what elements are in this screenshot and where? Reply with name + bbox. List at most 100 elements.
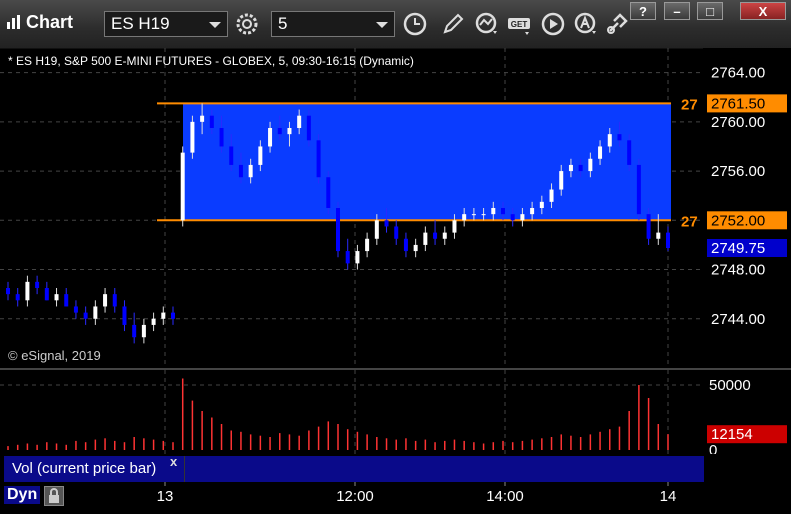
study-button[interactable]: [474, 11, 502, 37]
volume-axis[interactable]: 50000 0 12154: [703, 370, 791, 459]
candle-body: [44, 288, 49, 301]
lower-level-tag: 2752.00: [711, 212, 765, 229]
settings-button[interactable]: [234, 11, 262, 37]
draw-button[interactable]: [440, 11, 468, 37]
candle-body: [394, 226, 399, 239]
candle-body: [25, 281, 30, 301]
close-button[interactable]: X: [740, 2, 786, 20]
help-button[interactable]: ?: [630, 2, 656, 20]
volume-axis-svg: 50000 012154: [707, 377, 787, 459]
volume-chart-svg: [0, 370, 703, 454]
candle-body: [666, 232, 670, 248]
clock-icon: [403, 12, 427, 36]
candle-body: [316, 140, 321, 178]
candle-body: [423, 232, 428, 245]
candle-body: [539, 201, 544, 208]
candle-body: [132, 324, 137, 338]
price-chart-svg: 27 27: [0, 48, 703, 368]
settings-icon: [236, 13, 258, 35]
time-tick-label: 13: [157, 488, 174, 505]
price-axis[interactable]: 2764.00 2760.00 2756.00 2752.00 2748.00 2744.…: [703, 48, 791, 368]
candle-body: [491, 208, 496, 215]
candle-body: [141, 324, 146, 338]
lock-icon[interactable]: [44, 486, 64, 506]
link-button[interactable]: [604, 11, 632, 37]
candle-body: [374, 220, 379, 239]
candle-body: [365, 238, 370, 252]
candle-body: [268, 128, 273, 147]
alert-icon: [574, 12, 596, 34]
candle-body: [103, 294, 108, 307]
candle-body: [180, 152, 185, 221]
pencil-icon: [443, 13, 464, 34]
candle-body: [598, 146, 603, 159]
play-icon: [541, 12, 565, 36]
interval-select[interactable]: 5: [271, 11, 395, 37]
candle-body: [161, 312, 166, 319]
candle-body: [297, 115, 302, 128]
price-tick-label: 2748.00: [711, 262, 765, 279]
chart-toolbar: Chart ES H19 5 GET ? – □ X: [0, 0, 791, 49]
candle-body: [190, 121, 195, 153]
candle-body: [559, 171, 564, 190]
maximize-button[interactable]: □: [697, 2, 723, 20]
candle-body: [200, 115, 205, 122]
candle-body: [83, 312, 88, 319]
chevron-down-icon: [376, 22, 388, 28]
candle-body: [510, 214, 515, 221]
candle-body: [93, 306, 98, 319]
candle-body: [219, 128, 224, 147]
candle-body: [627, 140, 632, 165]
volume-tick-label: 0: [709, 442, 717, 454]
candle-body: [336, 208, 340, 252]
candle-body: [656, 232, 661, 239]
volume-tick-label: 50000: [709, 377, 751, 394]
time-axis[interactable]: 13 12:00 14:00 14: [0, 482, 791, 509]
candle-body: [15, 294, 20, 301]
candle-body: [122, 306, 127, 325]
time-tick-label: 14: [660, 488, 677, 505]
price-tick-label: 2756.00: [711, 163, 765, 180]
candle-body: [287, 128, 292, 135]
candle-body: [403, 238, 408, 252]
study-icon: [475, 12, 497, 34]
candle-body: [151, 318, 156, 325]
close-study-icon[interactable]: x: [170, 454, 177, 469]
svg-text:GET: GET: [511, 20, 528, 29]
chart-window-title: Chart: [6, 12, 73, 33]
candle-body: [520, 214, 525, 221]
range-zone: [183, 103, 671, 221]
candle-body: [549, 189, 554, 202]
symbol-select[interactable]: ES H19: [104, 11, 228, 37]
price-plot[interactable]: 27 27 * ES H19, S&P 500 E-MINI FUTURES - …: [0, 48, 703, 368]
last-price-tag: 2749.75: [711, 240, 765, 257]
replay-button[interactable]: [540, 11, 568, 37]
candle-body: [54, 294, 59, 301]
candle-body: [112, 294, 117, 307]
candle-body: [306, 115, 311, 141]
get-button[interactable]: GET: [507, 11, 535, 37]
candle-body: [433, 232, 438, 239]
interval-value: 5: [278, 14, 288, 33]
alert-button[interactable]: [573, 11, 601, 37]
volume-plot[interactable]: [0, 370, 703, 454]
price-tick-label: 2760.00: [711, 114, 765, 131]
candle-body: [277, 128, 282, 135]
candle-body: [481, 214, 486, 216]
get-icon: GET: [508, 18, 530, 35]
last-volume-tag: 12154: [711, 426, 753, 443]
candle-body: [607, 134, 612, 147]
candle-body: [462, 214, 467, 221]
candle-body: [452, 220, 457, 233]
candle-body: [588, 158, 593, 172]
level-short-label: 27: [681, 96, 698, 113]
chart-icon: [6, 14, 22, 30]
candle-body: [345, 251, 350, 264]
chevron-down-icon: [209, 22, 221, 28]
candle-body: [530, 208, 535, 215]
candle-body: [355, 251, 360, 264]
volume-legend[interactable]: Vol (current price bar): [4, 456, 184, 482]
time-button[interactable]: [402, 11, 430, 37]
dynamic-label[interactable]: Dyn: [4, 486, 41, 504]
minimize-button[interactable]: –: [664, 2, 690, 20]
